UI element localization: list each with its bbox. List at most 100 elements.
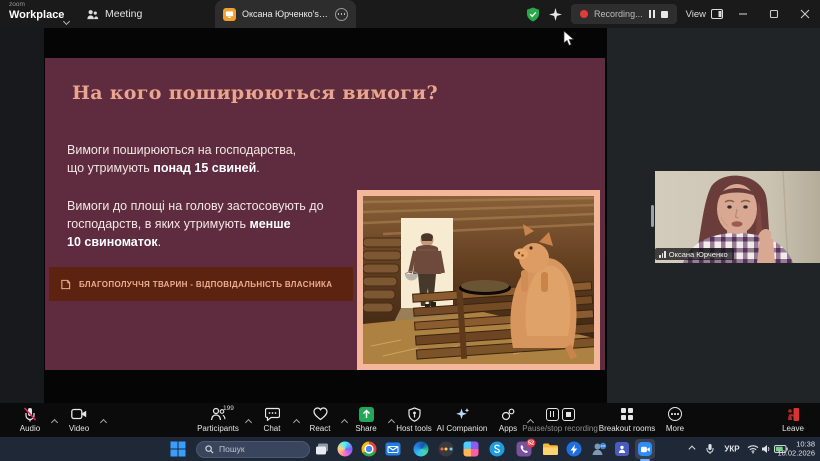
camera-icon xyxy=(71,408,87,420)
more-button[interactable]: More xyxy=(640,406,710,433)
window-close-button[interactable] xyxy=(794,0,816,28)
tray-clock[interactable]: 10:38 10.02.2026 xyxy=(777,440,815,459)
participant-video-tile[interactable]: Оксана Юрченко xyxy=(655,171,820,263)
recording-pill: Recording... xyxy=(571,4,677,24)
windows-start-icon xyxy=(171,442,186,457)
participants-count-badge: 199 xyxy=(223,405,234,412)
window-minimize-button[interactable] xyxy=(732,0,754,28)
video-options-chevron[interactable] xyxy=(101,412,106,430)
panel-resize-handle[interactable] xyxy=(651,205,654,227)
search-input[interactable] xyxy=(219,444,299,454)
view-label: View xyxy=(686,9,706,20)
chrome-icon[interactable] xyxy=(362,442,377,457)
video-panel: Оксана Юрченко xyxy=(607,28,820,403)
folder-icon xyxy=(542,443,558,456)
pig-barn-photo xyxy=(363,196,594,364)
meeting-people-icon xyxy=(86,8,99,21)
slide-footer-bar: БЛАГОПОЛУЧЧЯ ТВАРИН - ВІДПОВІДАЛЬНІСТЬ В… xyxy=(49,267,353,301)
start-button[interactable] xyxy=(171,442,186,457)
tray-wifi-icon[interactable] xyxy=(747,445,759,454)
ai-sparkle-icon[interactable] xyxy=(549,8,562,21)
pause-recording-icon[interactable] xyxy=(546,408,559,421)
photos-dark-icon[interactable] xyxy=(439,442,454,457)
host-tools-shield-icon xyxy=(408,407,421,422)
screen-share-icon xyxy=(223,8,236,21)
note-icon xyxy=(60,279,71,290)
shared-screen-video: На кого поширюються вимоги? Вимоги пошир… xyxy=(44,28,607,403)
file-explorer-icon[interactable] xyxy=(542,443,558,456)
design-app-icon[interactable] xyxy=(464,442,479,457)
share-screen-icon xyxy=(359,407,374,422)
meeting-tab-label: Meeting xyxy=(105,8,142,20)
search-icon xyxy=(205,445,214,454)
slide-photo-frame xyxy=(357,190,600,370)
window-maximize-button[interactable] xyxy=(763,0,785,28)
tray-speaker-icon[interactable] xyxy=(761,444,771,454)
title-bar: zoom Workplace Meeting Оксана Юрченко's … xyxy=(0,0,820,28)
leave-button[interactable]: Leave xyxy=(758,406,820,433)
tab-meeting[interactable]: Meeting xyxy=(86,0,142,28)
taskbar-search[interactable] xyxy=(196,441,310,458)
edge-browser-icon[interactable] xyxy=(414,442,429,457)
stop-recording-button[interactable] xyxy=(661,11,668,18)
brand-name-label: Workplace xyxy=(9,10,64,21)
meeting-toolbar: Audio Video 199 Participants Chat React xyxy=(0,403,820,437)
contacts-app-icon[interactable] xyxy=(592,442,607,456)
brand-small-label: zoom xyxy=(9,2,64,9)
microphone-muted-icon xyxy=(23,407,37,422)
mail-envelope-icon xyxy=(386,443,401,456)
viber-notification-badge: 52 xyxy=(527,439,536,448)
view-layout-icon xyxy=(711,9,723,19)
recording-dot-icon xyxy=(580,10,588,18)
tray-chevron-up[interactable] xyxy=(690,447,695,452)
meeting-main-area: На кого поширюються вимоги? Вимоги пошир… xyxy=(0,28,820,403)
more-ellipsis-icon xyxy=(668,407,682,421)
mail-icon[interactable] xyxy=(386,443,401,456)
connection-signal-icon xyxy=(659,251,666,258)
teams-app-icon[interactable] xyxy=(615,442,629,456)
slide-paragraph-2: Вимоги до площі на голову застосовують д… xyxy=(67,198,324,251)
tray-date: 10.02.2026 xyxy=(777,449,815,458)
stop-recording-icon[interactable] xyxy=(562,408,575,421)
breakout-rooms-icon xyxy=(621,408,633,420)
viber-icon[interactable]: 52 xyxy=(517,442,532,457)
security-shield-icon[interactable] xyxy=(526,7,540,22)
slide-paragraph-1: Вимоги поширюються на господарства, що у… xyxy=(67,142,296,178)
leave-door-icon xyxy=(786,407,800,422)
copilot-icon[interactable] xyxy=(338,442,353,457)
task-view-button[interactable] xyxy=(315,443,329,456)
participant-name-tag: Оксана Юрченко xyxy=(655,248,734,260)
tab-options-button[interactable] xyxy=(335,8,348,21)
skype-icon[interactable] xyxy=(490,442,505,457)
skype-logo-icon xyxy=(490,442,505,457)
windows-taskbar: 52 УКР xyxy=(0,437,820,461)
ellipsis-icon xyxy=(338,13,346,15)
screen-share-area: На кого поширюються вимоги? Вимоги пошир… xyxy=(0,28,607,403)
titlebar-right-cluster: Recording... View xyxy=(526,0,820,28)
presentation-slide: На кого поширюються вимоги? Вимоги пошир… xyxy=(45,58,605,370)
power-app-icon[interactable] xyxy=(567,442,582,457)
workspace-dropdown-button[interactable] xyxy=(64,11,69,29)
heart-icon xyxy=(313,407,328,421)
task-view-icon xyxy=(315,443,329,456)
zoom-active-indicator xyxy=(640,459,650,461)
tray-language-indicator[interactable]: УКР xyxy=(724,445,739,454)
pause-recording-button[interactable] xyxy=(649,10,655,18)
chevron-down-icon xyxy=(63,18,70,25)
zoom-app-window: zoom Workplace Meeting Оксана Юрченко's … xyxy=(0,0,820,461)
tab-shared-screen[interactable]: Оксана Юрченко's screen xyxy=(215,0,356,28)
view-button[interactable]: View xyxy=(686,9,723,20)
recording-status-label: Recording... xyxy=(594,9,643,19)
person-chat-icon xyxy=(592,442,607,456)
shared-screen-tab-label: Оксана Юрченко's screen xyxy=(242,9,329,19)
app-brand: zoom Workplace xyxy=(9,2,64,21)
tray-microphone-icon[interactable] xyxy=(706,444,714,455)
slide-title: На кого поширюються вимоги? xyxy=(72,82,438,104)
mouse-cursor xyxy=(563,31,575,47)
participant-name-label: Оксана Юрченко xyxy=(669,250,728,259)
slide-footer-label: БЛАГОПОЛУЧЧЯ ТВАРИН - ВІДПОВІДАЛЬНІСТЬ В… xyxy=(79,280,332,289)
ai-companion-sparkle-icon xyxy=(455,407,470,422)
tray-time: 10:38 xyxy=(777,440,815,449)
zoom-taskbar-icon[interactable] xyxy=(635,439,655,459)
chat-bubble-icon xyxy=(265,407,280,421)
